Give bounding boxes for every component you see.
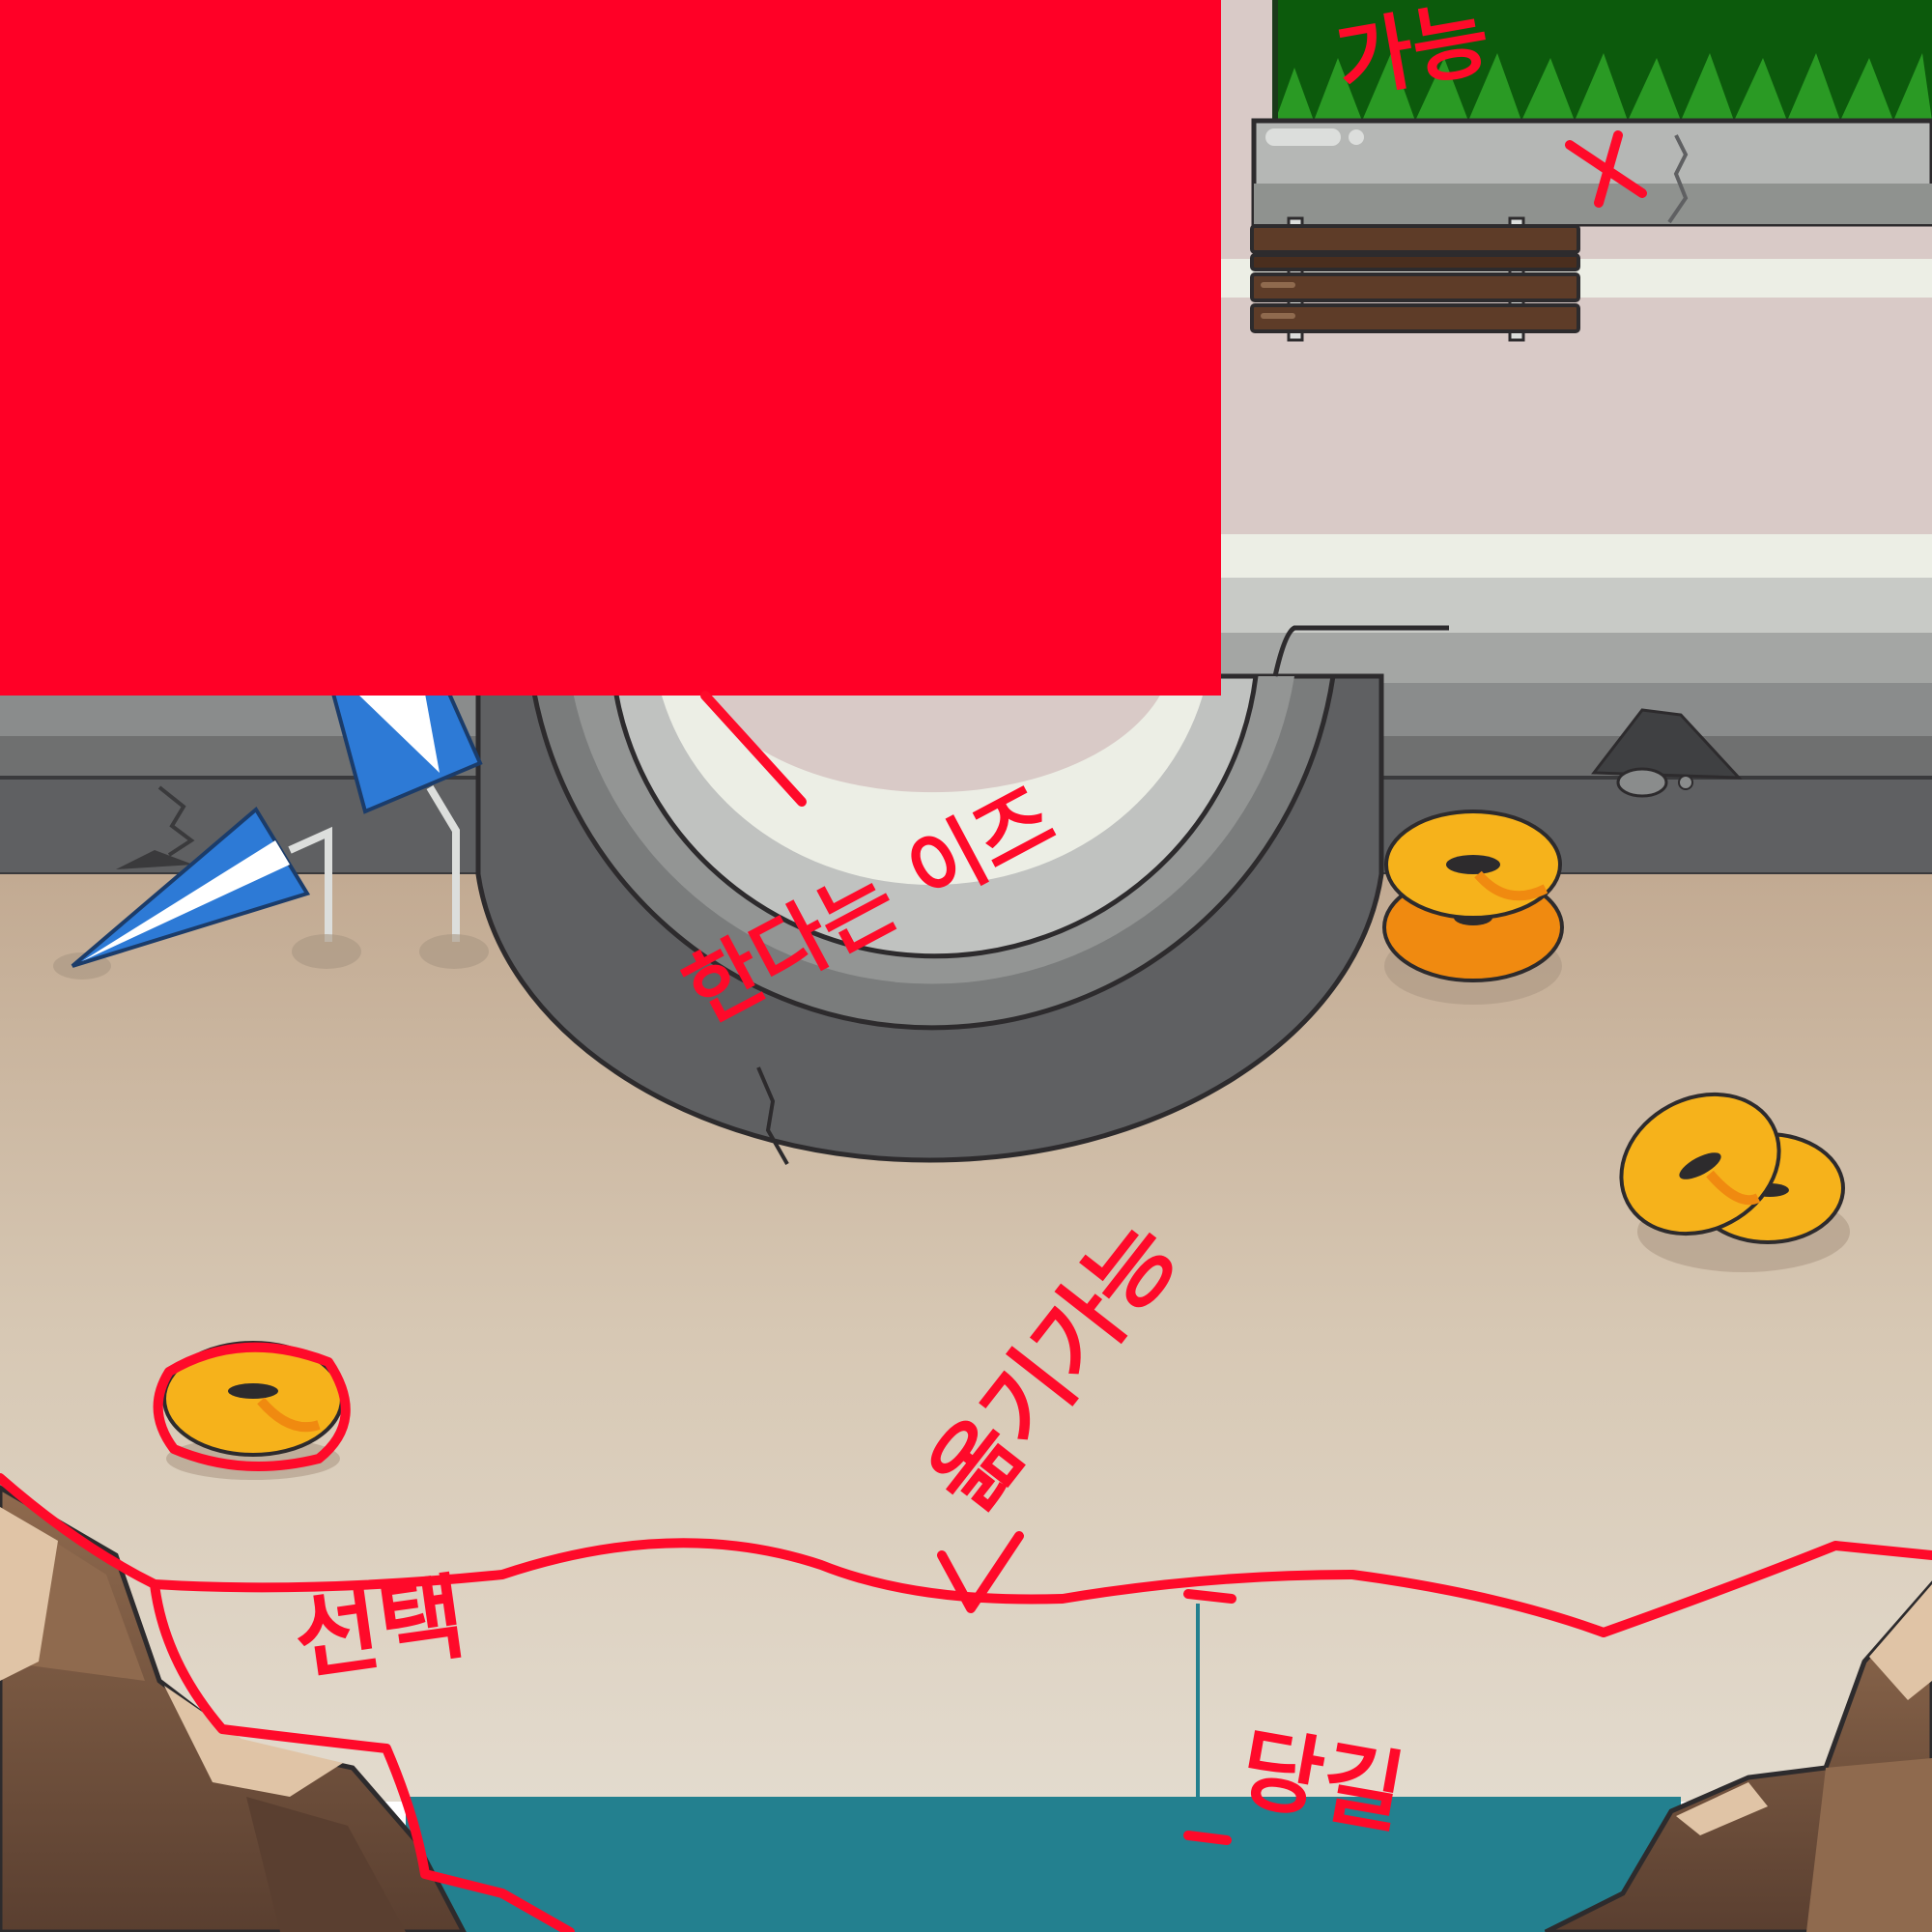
curb — [1251, 118, 1932, 227]
stacked-swim-rings[interactable] — [1382, 810, 1564, 1005]
game-scene: 가능 한다는 이즈 옮기가능 선택 당길 — [0, 0, 1932, 1932]
wooden-bench[interactable] — [1250, 216, 1580, 342]
sea-water — [406, 1797, 1681, 1932]
redacted-block — [0, 0, 1221, 696]
